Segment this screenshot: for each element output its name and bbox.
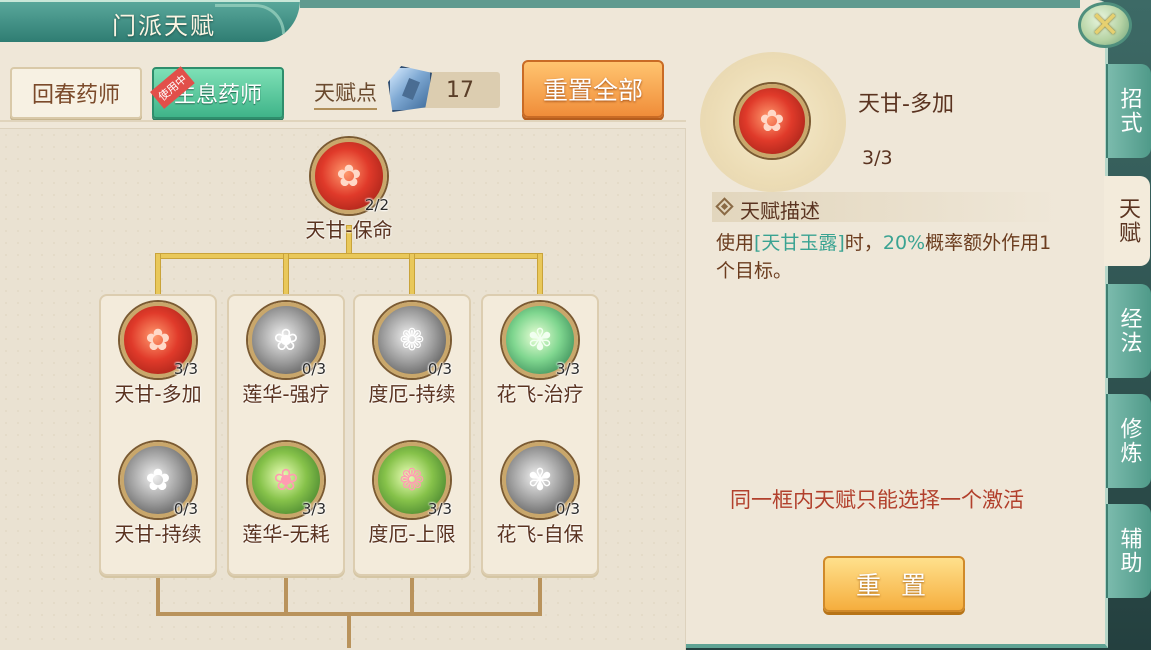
window-title: 门派天赋 bbox=[112, 12, 216, 40]
talent-name: 天甘-持续 bbox=[114, 522, 202, 546]
talent-level: 3/3 bbox=[555, 360, 580, 378]
talent-name: 莲华-强疗 bbox=[242, 382, 330, 406]
tree-connector bbox=[410, 576, 414, 614]
talent-node-root[interactable]: ✿ 2/2 天甘-保命 bbox=[285, 138, 413, 243]
title-bar: 门派天赋 bbox=[0, 0, 300, 42]
description-title: 天赋描述 bbox=[740, 199, 820, 223]
divider bbox=[0, 120, 686, 122]
talent-level: 0/3 bbox=[427, 360, 452, 378]
peach-blossom-icon: ✿ 0/3 bbox=[120, 442, 198, 518]
reset-button[interactable]: 重 置 bbox=[823, 556, 965, 612]
lotus-flower-icon: ❁ 0/3 bbox=[374, 302, 452, 378]
talent-node[interactable]: ❁ 3/3 度厄-上限 bbox=[348, 442, 476, 547]
side-tab-tianfu[interactable]: 天赋 bbox=[1104, 176, 1150, 266]
talent-name: 莲华-无耗 bbox=[242, 522, 330, 546]
swirl-ornament-icon bbox=[215, 4, 285, 34]
tree-connector bbox=[156, 254, 542, 258]
talent-level: 3/3 bbox=[301, 500, 326, 518]
class-tab-huichun[interactable]: 回春药师 bbox=[10, 67, 142, 119]
tree-connector bbox=[410, 254, 414, 296]
talent-node[interactable]: ❀ 3/3 莲华-无耗 bbox=[222, 442, 350, 547]
detail-talent-level: 3/3 bbox=[862, 147, 893, 169]
peach-blossom-icon: ✿ bbox=[735, 84, 809, 158]
talent-name: 花飞-自保 bbox=[496, 522, 584, 546]
talent-name: 度厄-上限 bbox=[368, 522, 456, 546]
talent-level: 3/3 bbox=[173, 360, 198, 378]
talent-points-label: 天赋点 bbox=[314, 77, 377, 110]
desc-skill: [天甘玉露] bbox=[754, 232, 845, 254]
side-tab-xiulian[interactable]: 修炼 bbox=[1106, 394, 1151, 488]
talent-name: 天甘-多加 bbox=[114, 382, 202, 406]
lotus-icon: ❀ 0/3 bbox=[248, 302, 326, 378]
close-x-icon[interactable]: ✕ bbox=[1078, 2, 1132, 48]
talent-node[interactable]: ❁ 0/3 度厄-持续 bbox=[348, 302, 476, 407]
talent-node[interactable]: ✿ 3/3 天甘-多加 bbox=[94, 302, 222, 407]
desc-mid: 时， bbox=[844, 232, 883, 254]
talent-name: 花飞-治疗 bbox=[496, 382, 584, 406]
talent-panel: 门派天赋 回春药师 生息药师 使用中 天赋点 17 重置全部 ✿ 2/2 天甘-… bbox=[0, 0, 1108, 650]
peach-blossom-icon: ✿ 3/3 bbox=[120, 302, 198, 378]
talent-node[interactable]: ✾ 0/3 花飞-自保 bbox=[476, 442, 604, 547]
talent-node[interactable]: ❀ 0/3 莲华-强疗 bbox=[222, 302, 350, 407]
flower-bud-icon: ✾ 3/3 bbox=[502, 302, 580, 378]
description-text: 使用[天甘玉露]时，20%概率额外作用1个目标。 bbox=[716, 229, 1062, 285]
flower-bud-icon: ✾ 0/3 bbox=[502, 442, 580, 518]
lotus-flower-icon: ❁ 3/3 bbox=[374, 442, 452, 518]
diamond-icon bbox=[715, 197, 734, 216]
tree-connector bbox=[284, 254, 288, 296]
desc-prefix: 使用 bbox=[716, 232, 755, 254]
tree-connector bbox=[284, 576, 288, 614]
talent-level: 0/3 bbox=[301, 360, 326, 378]
talent-node[interactable]: ✾ 3/3 花飞-治疗 bbox=[476, 302, 604, 407]
peach-blossom-icon: ✿ 2/2 bbox=[311, 138, 389, 214]
tree-connector bbox=[347, 612, 351, 648]
talent-node[interactable]: ✿ 0/3 天甘-持续 bbox=[94, 442, 222, 547]
side-tab-fuzhu[interactable]: 辅助 bbox=[1106, 504, 1151, 598]
side-tab-jingfa[interactable]: 经法 bbox=[1106, 284, 1151, 378]
talent-level: 0/3 bbox=[173, 500, 198, 518]
talent-level: 3/3 bbox=[427, 500, 452, 518]
tree-connector bbox=[156, 254, 160, 296]
side-tab-zhaoshi[interactable]: 招式 bbox=[1106, 64, 1151, 158]
talent-level: 2/2 bbox=[364, 196, 389, 214]
tree-connector bbox=[538, 254, 542, 296]
tree-connector bbox=[156, 576, 160, 614]
description-header: 天赋描述 bbox=[712, 192, 1058, 223]
tree-connector bbox=[538, 576, 542, 614]
talent-points-value: 17 bbox=[420, 72, 500, 108]
desc-rate: 20% bbox=[882, 232, 926, 254]
lotus-icon: ❀ 3/3 bbox=[248, 442, 326, 518]
title-fringe bbox=[300, 0, 1080, 8]
talent-level: 0/3 bbox=[555, 500, 580, 518]
reset-all-button[interactable]: 重置全部 bbox=[522, 60, 664, 118]
talent-name: 天甘-保命 bbox=[305, 218, 393, 242]
crystal-icon bbox=[388, 66, 432, 112]
detail-talent-name: 天甘-多加 bbox=[858, 92, 954, 117]
activation-notice: 同一框内天赋只能选择一个激活 bbox=[730, 488, 1024, 512]
talent-name: 度厄-持续 bbox=[368, 382, 456, 406]
